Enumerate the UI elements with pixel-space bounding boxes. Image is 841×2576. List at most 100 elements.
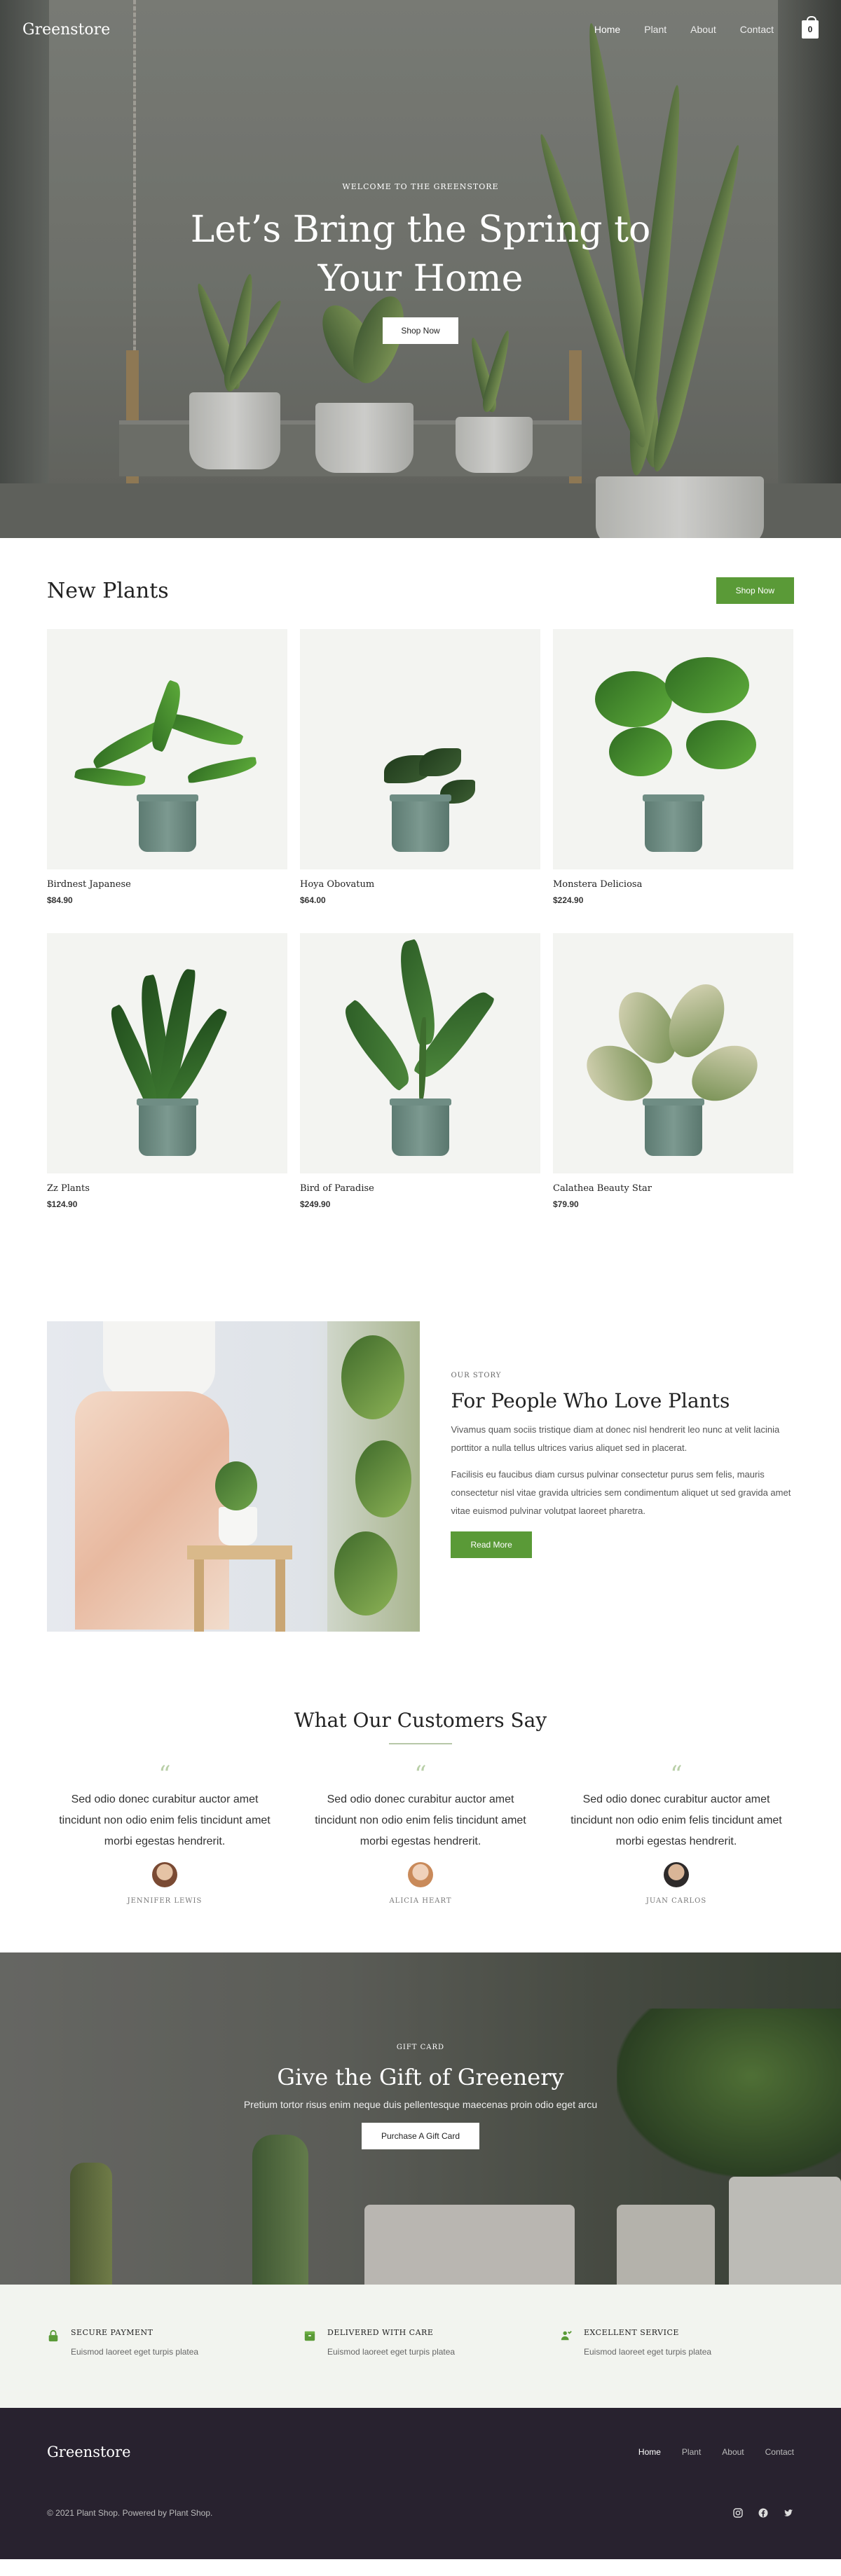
quote-icon: “ bbox=[158, 1761, 171, 1789]
product-name[interactable]: Hoya Obovatum bbox=[300, 879, 540, 890]
gift-subtitle: Pretium tortor risus enim neque duis pel… bbox=[243, 2099, 598, 2110]
product-image-birdnest[interactable] bbox=[47, 629, 287, 869]
site-footer: Greenstore Home Plant About Contact © 20… bbox=[0, 2408, 841, 2559]
story-title: For People Who Love Plants bbox=[451, 1389, 730, 1412]
product-card[interactable]: Birdnest Japanese $84.90 bbox=[47, 629, 287, 905]
story-stool-leg bbox=[194, 1559, 204, 1632]
features-bar: SECURE PAYMENT Euismod laoreet eget turp… bbox=[0, 2285, 841, 2408]
twitter-icon[interactable] bbox=[783, 2507, 794, 2519]
footer-link-contact[interactable]: Contact bbox=[765, 2447, 794, 2457]
package-icon bbox=[304, 2331, 315, 2341]
nav-link-plant[interactable]: Plant bbox=[644, 24, 666, 35]
story-paragraph-2: Facilisis eu faucibus diam cursus pulvin… bbox=[451, 1469, 791, 1516]
lock-icon bbox=[48, 2329, 58, 2342]
product-image-zz-plant[interactable] bbox=[47, 933, 287, 1173]
nav-links: Home Plant About Contact bbox=[594, 24, 774, 35]
feature-excellent-service: EXCELLENT SERVICE Euismod laoreet eget t… bbox=[560, 2328, 816, 2408]
social-links bbox=[732, 2507, 794, 2519]
new-plants-shop-now-button[interactable]: Shop Now bbox=[716, 577, 794, 604]
footer-link-home[interactable]: Home bbox=[638, 2447, 661, 2457]
story-side-leaf bbox=[341, 1335, 404, 1419]
brand-logo[interactable]: Greenstore bbox=[22, 21, 110, 39]
testimonial-card: “ Sed odio donec curabitur auctor amet t… bbox=[312, 1761, 529, 1905]
story-pot bbox=[219, 1507, 257, 1545]
hero-section: Greenstore Home Plant About Contact 0 WE… bbox=[0, 0, 841, 538]
testimonial-quote: Sed odio donec curabitur auctor amet tin… bbox=[59, 1793, 271, 1847]
feature-text: Euismod laoreet eget turpis platea bbox=[584, 2347, 712, 2357]
feature-text: Euismod laoreet eget turpis platea bbox=[71, 2347, 199, 2357]
title-underline bbox=[389, 1743, 452, 1744]
feature-delivered-with-care: DELIVERED WITH CARE Euismod laoreet eget… bbox=[303, 2328, 560, 2408]
hero-content: WELCOME TO THE GREENSTORE Let’s Bring th… bbox=[0, 182, 841, 344]
facebook-icon[interactable] bbox=[758, 2507, 769, 2519]
product-card[interactable]: Hoya Obovatum $64.00 bbox=[300, 629, 540, 905]
product-card[interactable]: Calathea Beauty Star $79.90 bbox=[553, 933, 793, 1209]
testimonials-section: What Our Customers Say “ Sed odio donec … bbox=[0, 1709, 841, 1905]
product-card[interactable]: Monstera Deliciosa $224.90 bbox=[553, 629, 793, 905]
product-image-hoya[interactable] bbox=[300, 629, 540, 869]
product-name[interactable]: Birdnest Japanese bbox=[47, 879, 287, 890]
testimonial-author: ALICIA HEART bbox=[389, 1897, 452, 1905]
main-navbar: Greenstore Home Plant About Contact 0 bbox=[0, 0, 841, 59]
nav-link-about[interactable]: About bbox=[690, 24, 716, 35]
testimonial-card: “ Sed odio donec curabitur auctor amet t… bbox=[568, 1761, 785, 1905]
testimonials-title: What Our Customers Say bbox=[294, 1709, 547, 1732]
product-card[interactable]: Bird of Paradise $249.90 bbox=[300, 933, 540, 1209]
testimonial-author: JUAN CARLOS bbox=[645, 1897, 707, 1905]
hero-eyebrow: WELCOME TO THE GREENSTORE bbox=[342, 182, 499, 191]
story-figure-skirt bbox=[75, 1391, 229, 1630]
nav-link-home[interactable]: Home bbox=[594, 24, 620, 35]
product-price: $124.90 bbox=[47, 1199, 78, 1209]
product-image-bird-of-paradise[interactable] bbox=[300, 933, 540, 1173]
hero-title-line1: Let’s Bring the Spring to bbox=[190, 209, 651, 251]
testimonial-quote: Sed odio donec curabitur auctor amet tin… bbox=[315, 1793, 526, 1847]
product-price: $224.90 bbox=[553, 895, 584, 905]
product-image-calathea[interactable] bbox=[553, 933, 793, 1173]
cart-count: 0 bbox=[807, 25, 813, 34]
hero-shop-now-button[interactable]: Shop Now bbox=[383, 317, 458, 344]
cart-icon[interactable]: 0 bbox=[802, 16, 819, 39]
testimonials-grid: “ Sed odio donec curabitur auctor amet t… bbox=[0, 1761, 841, 1905]
product-card[interactable]: Zz Plants $124.90 bbox=[47, 933, 287, 1209]
footer-link-plant[interactable]: Plant bbox=[682, 2447, 701, 2457]
product-image-monstera[interactable] bbox=[553, 629, 793, 869]
gift-content: GIFT CARD Give the Gift of Greenery Pret… bbox=[0, 2044, 841, 2149]
product-price: $79.90 bbox=[553, 1199, 579, 1209]
testimonial-author: JENNIFER LEWIS bbox=[127, 1897, 203, 1905]
purchase-gift-card-button[interactable]: Purchase A Gift Card bbox=[361, 2123, 480, 2149]
new-plants-header: New Plants Shop Now bbox=[47, 538, 794, 604]
instagram-icon[interactable] bbox=[732, 2507, 744, 2519]
feature-text: Euismod laoreet eget turpis platea bbox=[327, 2347, 456, 2357]
story-eyebrow: OUR STORY bbox=[451, 1372, 502, 1379]
product-name[interactable]: Zz Plants bbox=[47, 1183, 287, 1194]
gift-title: Give the Gift of Greenery bbox=[277, 2064, 564, 2091]
product-name[interactable]: Bird of Paradise bbox=[300, 1183, 540, 1194]
hero-title: Let’s Bring the Spring to Your Home bbox=[0, 205, 841, 303]
story-paragraph-1: Vivamus quam sociis tristique diam at do… bbox=[451, 1424, 780, 1453]
quote-icon: “ bbox=[414, 1761, 427, 1789]
quote-icon: “ bbox=[670, 1761, 683, 1789]
product-name[interactable]: Calathea Beauty Star bbox=[553, 1183, 793, 1194]
support-icon bbox=[561, 2331, 572, 2341]
testimonial-card: “ Sed odio donec curabitur auctor amet t… bbox=[56, 1761, 273, 1905]
new-plants-section: New Plants Shop Now Birdnest Japanese $8… bbox=[0, 538, 841, 1209]
product-grid: Birdnest Japanese $84.90 Hoya Obovatum $… bbox=[47, 629, 794, 1209]
nav-link-contact[interactable]: Contact bbox=[740, 24, 774, 35]
product-price: $249.90 bbox=[300, 1199, 331, 1209]
hero-title-line2: Your Home bbox=[317, 258, 524, 300]
feature-title: SECURE PAYMENT bbox=[71, 2328, 153, 2337]
story-stool-leg bbox=[275, 1559, 285, 1632]
avatar bbox=[664, 1862, 689, 1887]
story-text: OUR STORY For People Who Love Plants Viv… bbox=[451, 1321, 794, 1632]
read-more-button[interactable]: Read More bbox=[451, 1531, 532, 1558]
new-plants-title: New Plants bbox=[47, 578, 169, 603]
gift-card-section: GIFT CARD Give the Gift of Greenery Pret… bbox=[0, 1952, 841, 2285]
copyright-text: © 2021 Plant Shop. Powered by Plant Shop… bbox=[47, 2508, 213, 2518]
feature-title: DELIVERED WITH CARE bbox=[327, 2328, 434, 2337]
product-name[interactable]: Monstera Deliciosa bbox=[553, 879, 793, 890]
footer-brand[interactable]: Greenstore bbox=[47, 2444, 131, 2460]
footer-top-row: Greenstore Home Plant About Contact bbox=[47, 2408, 794, 2468]
product-price: $84.90 bbox=[47, 895, 73, 905]
story-side-leaf bbox=[334, 1531, 397, 1616]
footer-link-about[interactable]: About bbox=[722, 2447, 744, 2457]
